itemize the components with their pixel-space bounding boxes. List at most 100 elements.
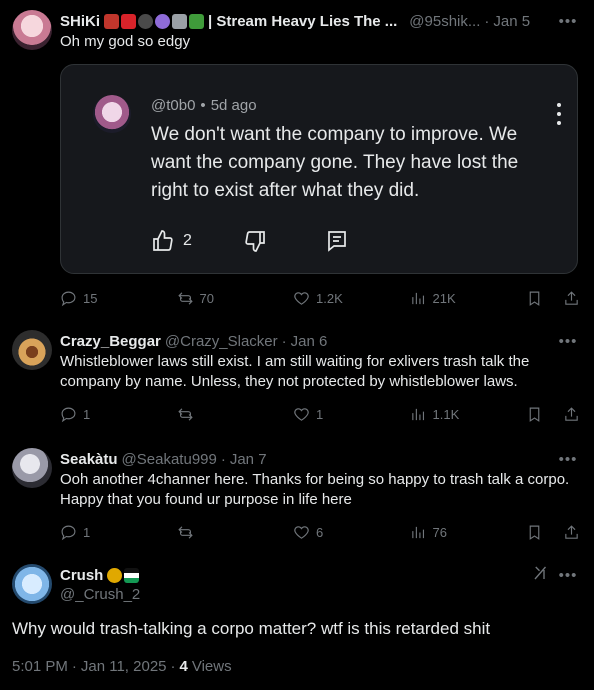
- post-text: Whistleblower laws still exist. I am sti…: [60, 353, 530, 390]
- embed-like-count: 2: [183, 232, 192, 249]
- display-name[interactable]: Seakàtu: [60, 451, 118, 468]
- bookmark-icon[interactable]: [526, 290, 543, 307]
- reply-button[interactable]: 1: [60, 406, 177, 423]
- separator: ·: [71, 658, 77, 675]
- display-name[interactable]: Crush: [60, 567, 103, 584]
- like-count: 1: [316, 406, 324, 422]
- display-name-suffix: | Stream Heavy Lies The ...: [208, 12, 398, 30]
- post-text: Oh my god so edgy: [60, 33, 191, 50]
- share-icon[interactable]: [563, 524, 580, 541]
- like-button[interactable]: 6: [293, 524, 410, 541]
- name-emojis: [107, 567, 140, 583]
- views-icon: [411, 292, 424, 304]
- views-icon: [411, 526, 424, 538]
- views-label: Views: [191, 658, 232, 675]
- post-actions: 1 1 1.1K: [60, 404, 580, 424]
- handle[interactable]: @_Crush_2: [60, 586, 140, 603]
- name-emojis: [104, 13, 205, 29]
- avatar[interactable]: [12, 448, 52, 488]
- repost-icon: [177, 291, 193, 305]
- bookmark-icon[interactable]: [526, 524, 543, 541]
- thumbs-down-icon: [245, 231, 265, 252]
- avatar[interactable]: [12, 330, 52, 370]
- grok-icon[interactable]: [532, 564, 550, 582]
- views-count: 76: [432, 524, 447, 540]
- handle[interactable]: @Crazy_Slacker: [165, 333, 278, 350]
- like-icon: [294, 407, 309, 421]
- repost-button[interactable]: 70: [177, 290, 294, 307]
- post-crazy-beggar[interactable]: Crazy_Beggar @Crazy_Slacker · Jan 6 ••• …: [0, 330, 594, 430]
- like-button[interactable]: 1.2K: [293, 290, 410, 307]
- share-icon[interactable]: [563, 406, 580, 423]
- post-header: Crush: [60, 565, 140, 585]
- embed-dislike-button[interactable]: [243, 229, 325, 253]
- more-icon[interactable]: •••: [558, 11, 578, 31]
- handle[interactable]: @Seakatu999: [122, 451, 217, 468]
- embed-age: 5d ago: [210, 97, 257, 114]
- reply-button[interactable]: 1: [60, 524, 177, 541]
- more-icon[interactable]: •••: [558, 565, 578, 585]
- reply-count: 1: [83, 524, 91, 540]
- repost-button[interactable]: [177, 524, 294, 541]
- like-count: 1.2K: [316, 290, 343, 306]
- avatar[interactable]: [12, 10, 52, 50]
- embed-text: We don't want the company to improve. We…: [151, 124, 519, 201]
- repost-button[interactable]: [177, 406, 294, 423]
- post-date[interactable]: Jan 5: [493, 13, 530, 30]
- post-date[interactable]: Jan 11, 2025: [81, 658, 167, 675]
- share-icon[interactable]: [563, 290, 580, 307]
- comment-icon: [328, 231, 346, 252]
- dinosaur-emoji-icon: [189, 13, 205, 29]
- more-icon[interactable]: •••: [558, 449, 578, 469]
- views-button[interactable]: 21K: [410, 290, 527, 307]
- post-shiki[interactable]: SHiKi | Stream Heavy Lies The ... @95shi…: [0, 10, 594, 310]
- post-date[interactable]: Jan 7: [230, 451, 267, 468]
- embed-handle: @t0b0: [151, 97, 196, 114]
- display-name[interactable]: Crazy_Beggar: [60, 333, 161, 350]
- separator: ·: [281, 332, 287, 350]
- ogre-emoji-icon: [104, 13, 120, 29]
- post-actions: 1 6 76: [60, 522, 580, 542]
- views-count: 4: [179, 658, 188, 675]
- reply-button[interactable]: 15: [60, 290, 177, 307]
- post-time[interactable]: 5:01 PM: [12, 658, 68, 675]
- embed-separator: •: [200, 97, 206, 114]
- post-tools: [526, 290, 580, 307]
- embed-avatar: [93, 95, 131, 133]
- separator: ·: [220, 450, 226, 468]
- like-icon: [294, 291, 309, 305]
- thread-view: SHiKi | Stream Heavy Lies The ... @95shi…: [0, 0, 594, 690]
- more-icon[interactable]: •••: [558, 331, 578, 351]
- post-date[interactable]: Jan 6: [291, 333, 328, 350]
- embed-header: @t0b0 • 5d ago: [151, 97, 257, 114]
- views-button[interactable]: 76: [410, 524, 527, 541]
- emblem-emoji-icon: [107, 567, 123, 583]
- thumbs-up-icon: [153, 230, 173, 251]
- views-icon: [411, 408, 424, 420]
- embed-comment-button[interactable]: [325, 229, 349, 253]
- post-text: Ooh another 4channer here. Thanks for be…: [60, 471, 570, 508]
- display-name[interactable]: SHiKi: [60, 13, 100, 30]
- link-emoji-icon: [172, 13, 188, 29]
- bookmark-icon[interactable]: [526, 406, 543, 423]
- reply-icon: [61, 291, 76, 306]
- post-header: Crazy_Beggar @Crazy_Slacker · Jan 6: [60, 331, 327, 351]
- separator: ·: [484, 12, 490, 30]
- reply-icon: [61, 407, 76, 422]
- post-seakatu[interactable]: Seakàtu @Seakatu999 · Jan 7 ••• Ooh anot…: [0, 448, 594, 548]
- like-count: 6: [316, 524, 324, 540]
- embed-actions: 2: [151, 229, 349, 253]
- embed-like-button[interactable]: 2: [151, 229, 243, 253]
- red-envelope-emoji-icon: [121, 13, 137, 29]
- repost-icon: [177, 525, 193, 539]
- like-icon: [294, 525, 309, 539]
- reply-count: 1: [83, 406, 91, 422]
- like-button[interactable]: 1: [293, 406, 410, 423]
- reply-icon: [61, 525, 76, 540]
- reply-count: 15: [83, 290, 98, 306]
- handle[interactable]: @95shik...: [409, 13, 480, 30]
- embed-more-icon[interactable]: [555, 103, 563, 125]
- avatar[interactable]: [12, 564, 52, 604]
- views-button[interactable]: 1.1K: [410, 406, 527, 423]
- embedded-card[interactable]: @t0b0 • 5d ago We don't want the company…: [60, 64, 578, 274]
